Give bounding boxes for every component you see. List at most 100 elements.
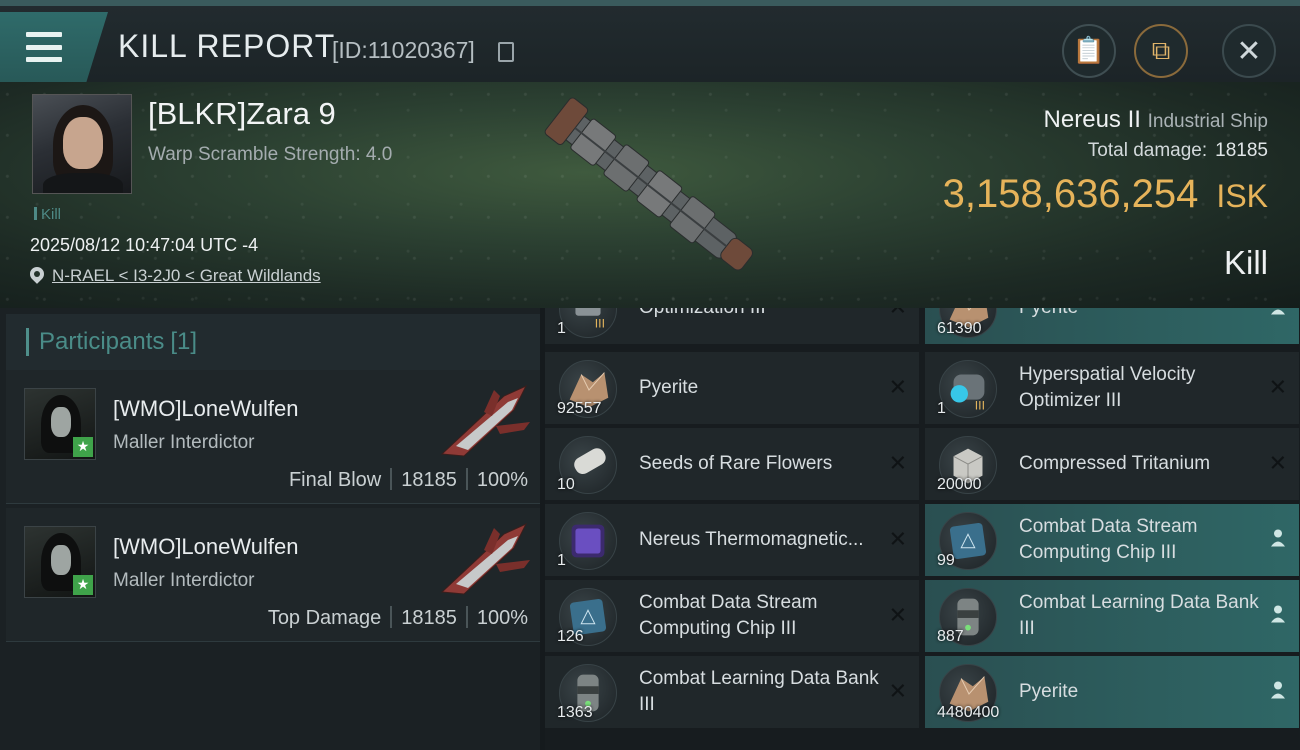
- victim-portrait[interactable]: [32, 94, 132, 194]
- report-button[interactable]: 📋: [1062, 24, 1116, 78]
- blueprint-icon: [559, 512, 617, 570]
- share-icon: ⧉: [1151, 35, 1171, 66]
- participant-percent: 100%: [476, 607, 528, 629]
- participant-avatar: ★: [24, 388, 96, 460]
- item-row[interactable]: 61390 Pyerite: [925, 308, 1299, 346]
- velocity-optimizer-icon: III: [939, 360, 997, 418]
- destroyed-icon: ✕: [888, 375, 907, 401]
- item-quantity: 1: [937, 400, 946, 417]
- participant-ship-image: [440, 384, 530, 457]
- item-name: Pyerite: [1019, 681, 1079, 702]
- svg-text:III: III: [595, 316, 605, 330]
- top-bar: KILL REPORT [ID:11020367] 📋 ⧉ ✕: [0, 0, 1300, 82]
- destroyed-icon: ✕: [1268, 375, 1287, 401]
- item-row[interactable]: 4480400 Pyerite: [925, 656, 1299, 730]
- item-name: Hyperspatial Velocity Optimizer III: [1019, 364, 1196, 411]
- participants-count: [1]: [170, 328, 198, 355]
- star-icon: ★: [73, 437, 93, 457]
- module-icon: III: [559, 308, 617, 338]
- participant-stats: Top Damage 18185 100%: [268, 606, 528, 630]
- item-row[interactable]: III 1 Hyperspatial Velocity Optimizer III ✕: [925, 352, 1299, 426]
- location-pin-icon: [30, 267, 44, 285]
- item-row[interactable]: 20000 Compressed Tritanium ✕: [925, 428, 1299, 502]
- total-damage-label: Total damage:: [1087, 140, 1208, 161]
- item-row[interactable]: 887 Combat Learning Data Bank III: [925, 580, 1299, 654]
- participants-label: Participants: [39, 328, 165, 355]
- isk-unit: ISK: [1216, 178, 1268, 214]
- clipboard-icon: 📋: [1072, 36, 1106, 66]
- participant-damage: 18185: [401, 469, 457, 491]
- participant-row[interactable]: ★ [WMO]LoneWulfen Maller Interdictor Top…: [6, 508, 540, 642]
- svg-text:III: III: [975, 398, 985, 412]
- close-icon: ✕: [1236, 33, 1262, 69]
- item-name: Nereus Thermomagnetic...: [639, 529, 864, 550]
- copy-icon[interactable]: [498, 42, 514, 62]
- item-row[interactable]: 99 Combat Data Stream Computing Chip III: [925, 504, 1299, 578]
- item-quantity: 887: [937, 628, 964, 645]
- items-list[interactable]: III 1 Optimization III ✕ 61390 Pyerite 92557 Py…: [545, 308, 1300, 750]
- item-name: Pyerite: [639, 377, 699, 398]
- isk-amount: 3,158,636,254: [942, 172, 1199, 216]
- person-icon: [1269, 308, 1287, 321]
- item-row[interactable]: III 1 Optimization III ✕: [545, 308, 919, 346]
- location-link[interactable]: N-RAEL < I3-2J0 < Great Wildlands: [52, 266, 321, 286]
- item-row[interactable]: 1 Nereus Thermomagnetic... ✕: [545, 504, 919, 578]
- menu-button[interactable]: [0, 12, 108, 82]
- person-icon: [1269, 604, 1287, 629]
- item-name: Seeds of Rare Flowers: [639, 453, 833, 474]
- warp-scramble-strength: Warp Scramble Strength: 4.0: [148, 144, 393, 165]
- participants-header: Participants [1]: [6, 314, 540, 370]
- person-icon: [1269, 528, 1287, 553]
- item-name: Combat Data Stream Computing Chip III: [1019, 516, 1198, 563]
- victim-ship-image: [544, 97, 753, 271]
- item-name: Compressed Tritanium: [1019, 453, 1211, 474]
- destroyed-icon: ✕: [888, 603, 907, 629]
- participant-row[interactable]: ★ [WMO]LoneWulfen Maller Interdictor Fin…: [6, 370, 540, 504]
- participant-stats: Final Blow 18185 100%: [289, 468, 528, 492]
- participant-role: Top Damage: [267, 607, 382, 629]
- item-name: Optimization III: [639, 308, 879, 321]
- participant-name: [WMO]LoneWulfen: [113, 534, 299, 559]
- participant-damage: 18185: [401, 607, 457, 629]
- close-button[interactable]: ✕: [1222, 24, 1276, 78]
- star-icon: ★: [73, 575, 93, 595]
- hamburger-icon: [26, 32, 62, 62]
- item-quantity: 92557: [557, 400, 602, 417]
- destroyed-icon: ✕: [888, 679, 907, 705]
- victim-name[interactable]: [BLKR]Zara 9: [148, 96, 336, 132]
- item-row[interactable]: 126 Combat Data Stream Computing Chip III…: [545, 580, 919, 654]
- destroyed-icon: ✕: [888, 451, 907, 477]
- item-quantity: 20000: [937, 476, 982, 493]
- item-quantity: 1363: [557, 704, 593, 721]
- ship-name: Nereus II: [1043, 106, 1141, 133]
- total-damage: Total damage: 18185: [1088, 140, 1268, 162]
- item-name: Combat Data Stream Computing Chip III: [639, 592, 818, 639]
- item-row[interactable]: 1363 Combat Learning Data Bank III ✕: [545, 656, 919, 730]
- destroyed-icon: ✕: [888, 308, 907, 321]
- isk-value: 3,158,636,254 ISK: [943, 172, 1268, 217]
- participant-ship: Maller Interdictor: [113, 432, 255, 453]
- destroyed-icon: ✕: [888, 527, 907, 553]
- person-icon: [1269, 680, 1287, 705]
- participant-percent: 100%: [476, 469, 528, 491]
- victim-ship[interactable]: Nereus II Industrial Ship: [1044, 106, 1268, 134]
- participant-ship: Maller Interdictor: [113, 570, 255, 591]
- kill-location[interactable]: N-RAEL < I3-2J0 < Great Wildlands: [30, 266, 321, 286]
- participant-role: Final Blow: [288, 469, 382, 491]
- participants-panel: Participants [1] ★ [WMO]LoneWulfen Malle…: [0, 308, 540, 750]
- participant-avatar: ★: [24, 526, 96, 598]
- item-quantity: 4480400: [937, 704, 1000, 721]
- item-quantity: 61390: [937, 320, 982, 337]
- item-row[interactable]: 10 Seeds of Rare Flowers ✕: [545, 428, 919, 502]
- item-row[interactable]: 92557 Pyerite ✕: [545, 352, 919, 426]
- share-button[interactable]: ⧉: [1134, 24, 1188, 78]
- item-quantity: 10: [557, 476, 575, 493]
- result-label: Kill: [1223, 244, 1268, 281]
- kill-datetime: 2025/08/12 10:47:04 UTC -4: [30, 235, 259, 255]
- item-quantity: 99: [937, 552, 955, 569]
- item-name: Combat Learning Data Bank III: [639, 668, 879, 715]
- destroyed-icon: ✕: [1268, 451, 1287, 477]
- kill-summary: [BLKR]Zara 9 Warp Scramble Strength: 4.0…: [0, 82, 1300, 308]
- item-name: Pyerite: [1019, 308, 1259, 321]
- participant-name: [WMO]LoneWulfen: [113, 396, 299, 421]
